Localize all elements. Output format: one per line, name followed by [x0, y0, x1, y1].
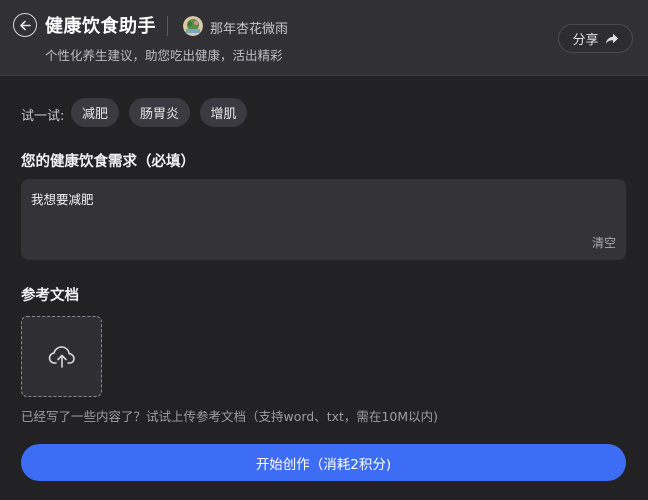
chip-lose-weight[interactable]: 减肥	[71, 98, 119, 127]
share-arrow-icon	[605, 33, 618, 44]
reference-label: 参考文档	[21, 288, 79, 304]
needs-value: 我想要减肥	[31, 192, 94, 207]
page-subtitle: 个性化养生建议，助您吃出健康，活出精彩	[45, 48, 283, 63]
cloud-upload-icon	[48, 345, 75, 368]
author-name[interactable]: 那年杏花微雨	[210, 18, 288, 37]
back-button[interactable]	[13, 13, 37, 37]
share-button[interactable]: 分享	[558, 24, 633, 53]
page-title: 健康饮食助手	[45, 16, 156, 37]
author-avatar[interactable]	[183, 16, 203, 36]
share-label: 分享	[572, 33, 599, 48]
upload-dropzone[interactable]	[21, 316, 102, 397]
header-divider	[167, 16, 168, 36]
arrow-left-icon	[19, 20, 31, 30]
upload-hint: 已经写了一些内容了？试试上传参考文档（支持word、txt，需在10M以内)	[21, 409, 438, 424]
needs-textarea[interactable]: 我想要减肥 清空	[21, 179, 626, 260]
start-create-button[interactable]: 开始创作（消耗2积分)	[21, 444, 626, 481]
header-bar: 健康饮食助手 那年杏花微雨 个性化养生建议，助您吃出健康，活出精彩 分享	[0, 0, 648, 76]
needs-label: 您的健康饮食需求（必填）	[21, 154, 195, 170]
chip-gastroenteritis[interactable]: 肠胃炎	[129, 98, 190, 127]
try-label: 试一试:	[21, 109, 65, 124]
clear-button[interactable]: 清空	[592, 234, 616, 251]
chip-build-muscle[interactable]: 增肌	[200, 98, 247, 127]
